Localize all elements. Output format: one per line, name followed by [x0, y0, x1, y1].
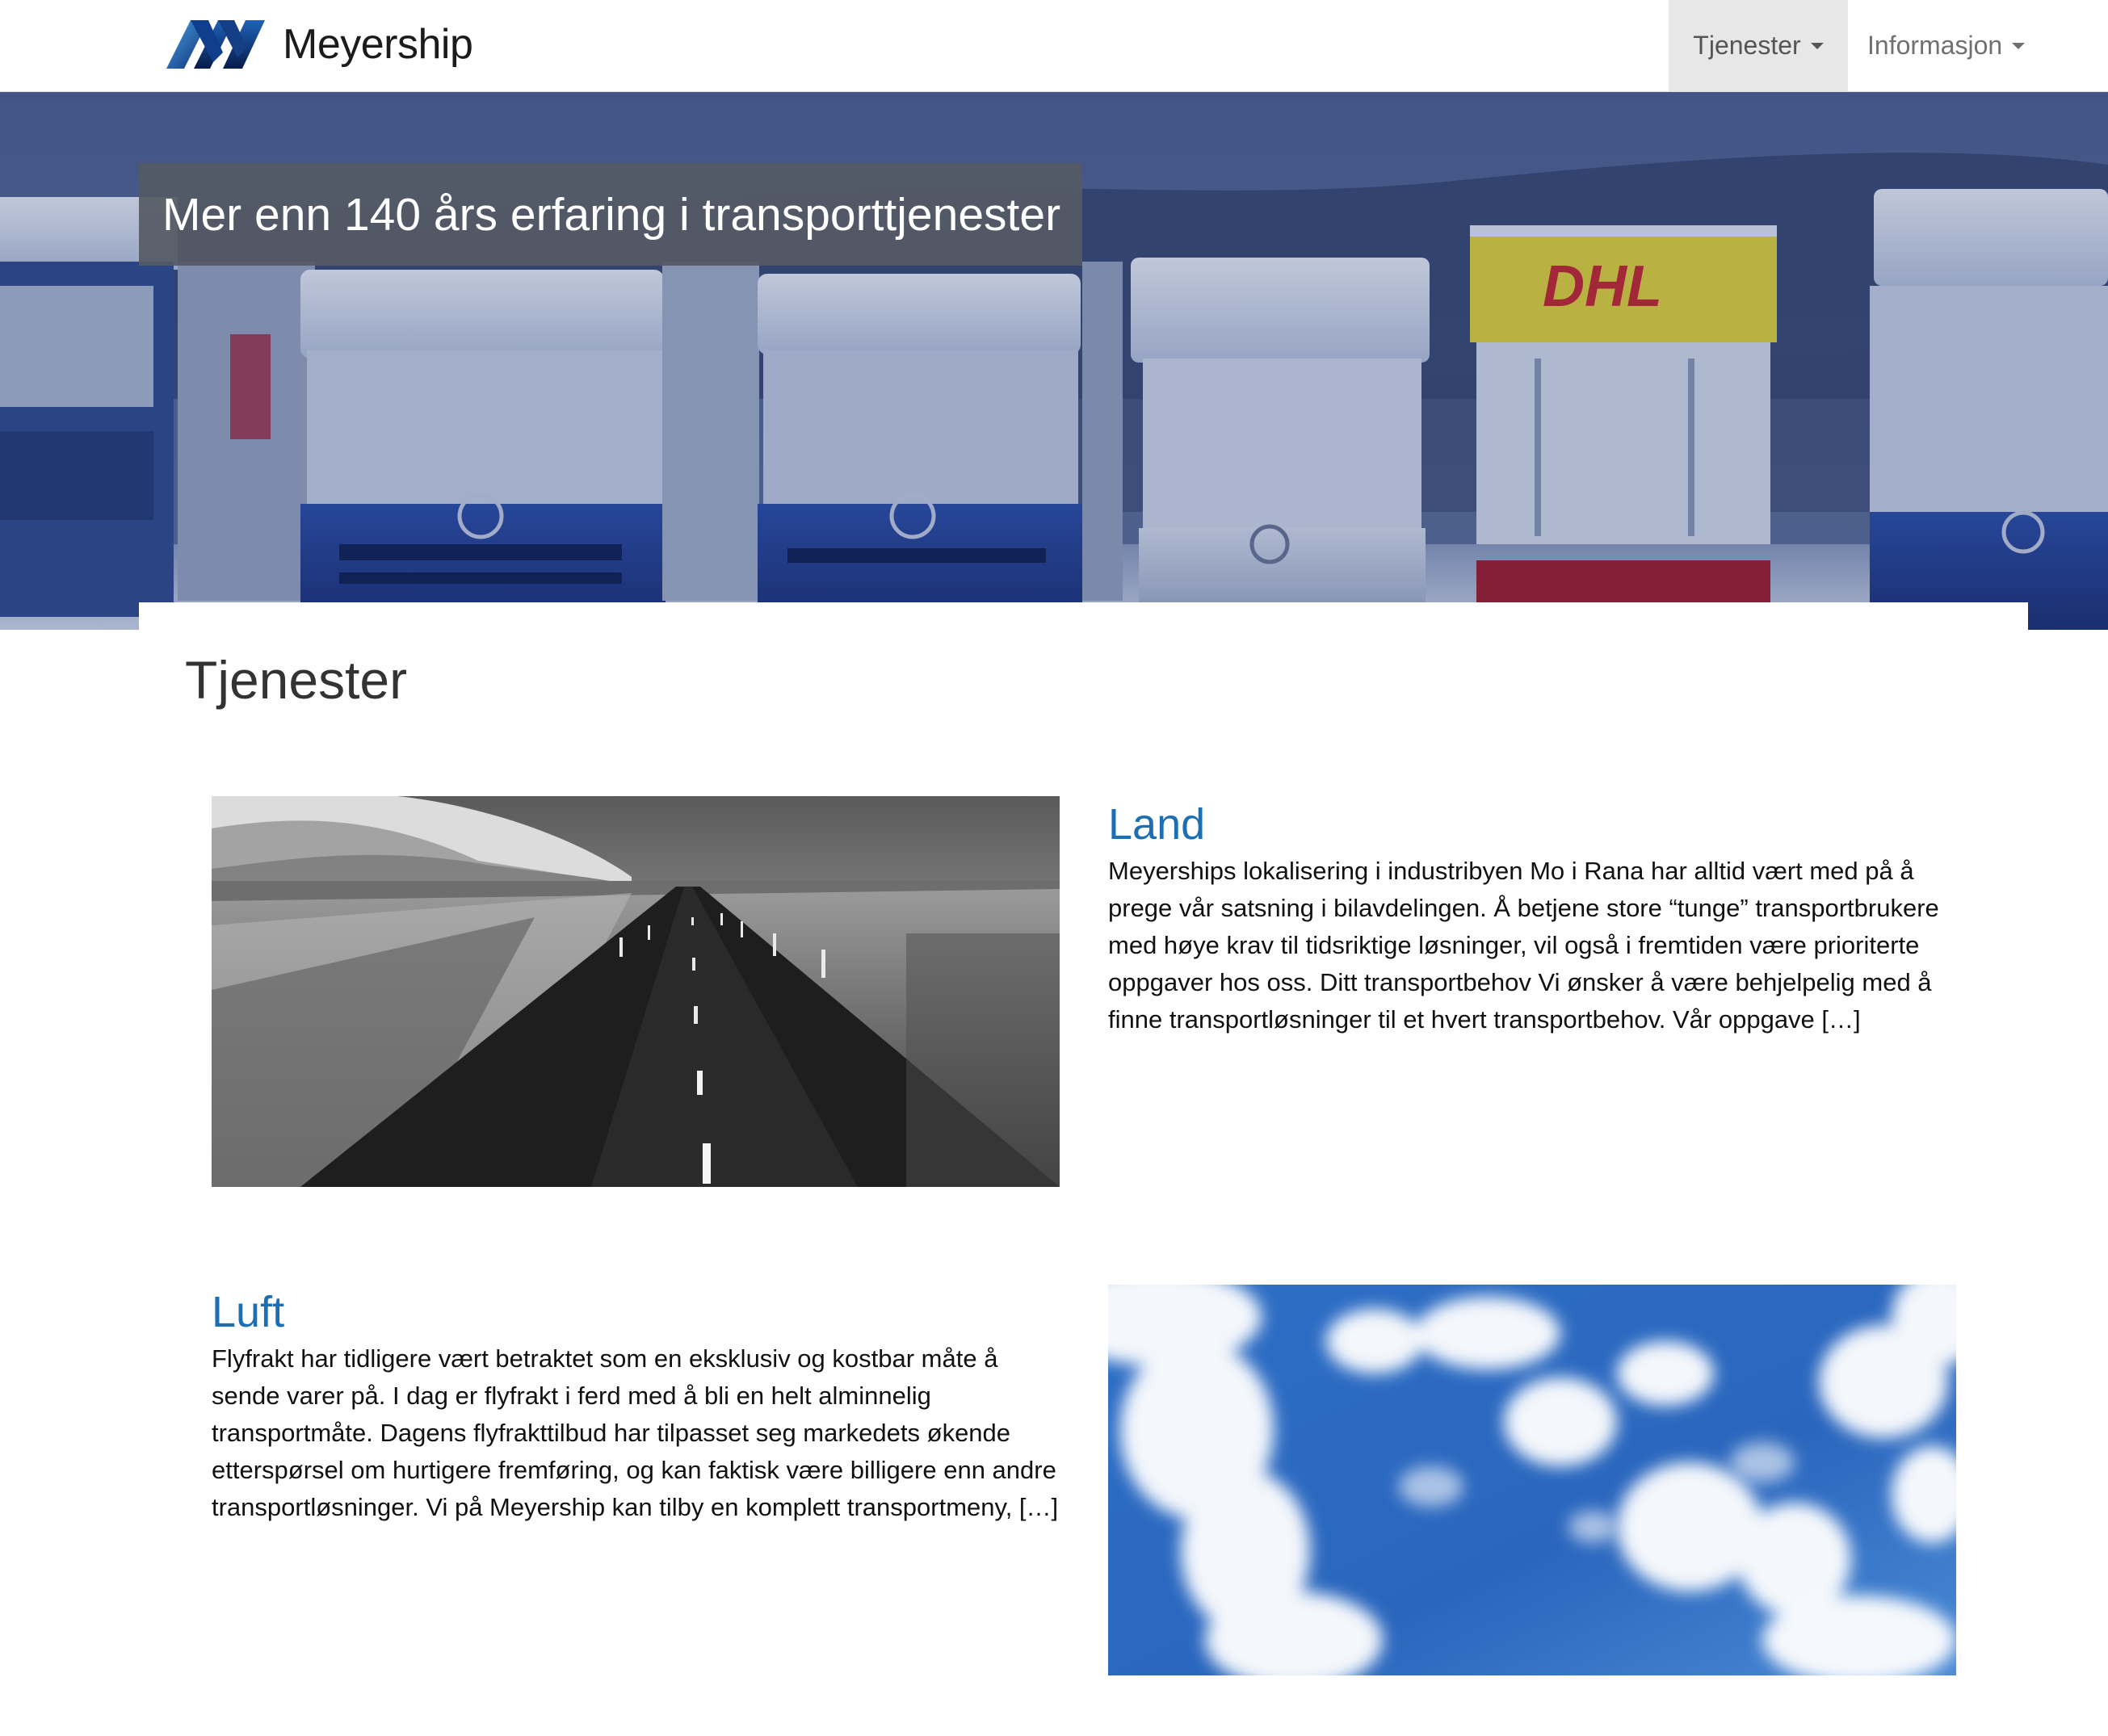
service-text-land: Meyerships lokalisering i industribyen M… — [1108, 857, 1939, 1034]
nav-item-informasjon[interactable]: Informasjon — [1848, 0, 2030, 91]
nav-item-label: Informasjon — [1867, 31, 2003, 60]
caret-down-icon — [2012, 42, 2026, 49]
nav-item-label: Tjenester — [1693, 31, 1801, 60]
navbar: Meyership Tjenester Informasjon — [0, 0, 2108, 92]
service-luft: Luft Flyfrakt har tidligere vært betrakt… — [212, 1285, 1068, 1526]
brand-link[interactable]: Meyership — [166, 18, 473, 71]
meyership-m-logo-icon — [166, 20, 265, 69]
service-title-luft[interactable]: Luft — [212, 1285, 1068, 1339]
brand-name: Meyership — [283, 21, 473, 68]
section-title: Tjenester — [185, 650, 408, 710]
hero-title: Mer enn 140 års erfaring i transporttjen… — [162, 188, 1061, 241]
luft-sky-image[interactable] — [1108, 1285, 1956, 1675]
nav-item-tjenester[interactable]: Tjenester — [1669, 0, 1848, 91]
services-panel: Tjenester Land Meyerships lokalisering i… — [139, 602, 2028, 1736]
hero-banner: DHL Mer enn 140 års erfaring i transport… — [0, 92, 2108, 630]
service-land: Land Meyerships lokalisering i industrib… — [1108, 798, 1964, 1038]
main-nav: Tjenester Informasjon — [1669, 0, 2108, 91]
caret-down-icon — [1810, 42, 1824, 49]
service-title-land[interactable]: Land — [1108, 798, 1964, 851]
hero-title-box: Mer enn 140 års erfaring i transporttjen… — [139, 163, 1082, 266]
land-road-image[interactable] — [212, 796, 1060, 1187]
service-text-luft: Flyfrakt har tidligere vært betraktet so… — [212, 1344, 1059, 1521]
